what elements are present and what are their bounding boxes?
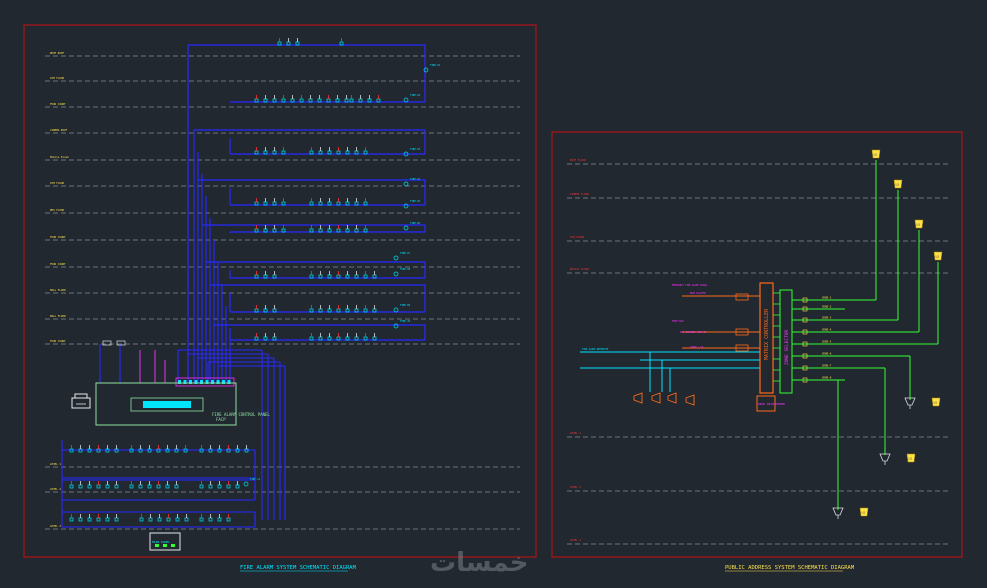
left-floor-label: LEVEL 2: [50, 487, 61, 491]
right-floor-label: CINEMA FLOOR: [570, 192, 589, 196]
riser-tag: FIRE-07: [400, 252, 411, 255]
riser-tag: FIRE-05: [410, 200, 421, 203]
left-floor-label: RES FLOOR: [50, 208, 64, 212]
interface-label: FIRE ALARM INTERFACE: [582, 348, 609, 351]
main-panel-led-icon: [163, 544, 167, 547]
riser-tag: FIRE-04: [410, 178, 421, 181]
zone-label: ZONE-4: [822, 328, 832, 332]
riser-tag: FIRE-06: [410, 222, 421, 225]
speaker-tag-label: LS: [936, 255, 940, 259]
input-note-label: EMERGENCY FIRE ALARM SIGNAL: [672, 284, 708, 287]
input-note-label: PRE RECORDED MESSAGE: [680, 331, 707, 334]
zone-label: ZONE-7: [822, 364, 832, 368]
cad-drawing-canvas: ROOF ROOF GYM FLOOR FOOD COURT CINEMA ROOF M…: [0, 0, 987, 588]
left-floor-label: LEVEL 3: [50, 524, 61, 528]
riser-tag: FIRE-11: [250, 478, 261, 481]
desk-microphone-label: DESK MICROPHONE: [758, 402, 785, 406]
input-note-label: FROM FACP: [672, 320, 685, 323]
main-panel-led-icon: [171, 544, 175, 547]
panel-display: [143, 401, 191, 408]
left-caption: FIRE ALARM SYSTEM SCHEMATIC DIAGRAM: [240, 565, 357, 571]
left-floor-label: MALL FLOOR: [50, 288, 66, 292]
riser-tag: FIRE-01: [430, 64, 441, 67]
riser-tag: FIRE-02: [410, 94, 421, 97]
speaker-tag-label: LS: [874, 153, 878, 157]
speaker-tag-label: LS: [909, 457, 913, 461]
left-floor-label: FOOD COURT: [50, 235, 66, 239]
riser-tag: FIRE-08: [400, 268, 411, 271]
right-floor-label: LEVEL 3: [570, 538, 581, 542]
right-floor-label: LEVEL 2: [570, 485, 581, 489]
zone-selector-label: ZONE SELECTOR: [784, 329, 790, 365]
speaker-tag-label: LS: [934, 401, 938, 405]
left-floor-label: Mobile Kiosk: [50, 155, 69, 159]
speaker-tag-label: LS: [917, 223, 921, 227]
watermark-logo: خمسات: [430, 548, 529, 578]
left-floor-label: CINEMA ROOF: [50, 128, 68, 132]
left-floor-label: FOOD COURT: [50, 262, 66, 266]
riser-tag: FIRE-09: [400, 304, 411, 307]
left-floor-label: FOOD COURT: [50, 339, 66, 343]
zone-label: ZONE-3: [822, 316, 832, 320]
left-floor-label: MALL FLOOR: [50, 314, 66, 318]
left-floor-label: FOOD COURT: [50, 102, 66, 106]
matrix-controller-label: MATRIX CONTROLLER: [764, 308, 770, 360]
right-floor-label: GYM FLOOR: [570, 235, 584, 239]
right-floor-label: LEVEL 1: [570, 431, 581, 435]
riser-tag: FIRE-03: [410, 148, 421, 151]
right-caption: PUBLIC ADDRESS SYSTEM SCHEMATIC DIAGRAM: [725, 565, 855, 571]
zone-label: ZONE-2: [822, 305, 832, 309]
left-floor-label: ROOF ROOF: [50, 51, 64, 55]
left-floor-label: GYM FLOOR: [50, 76, 64, 80]
main-panel-led-icon: [155, 544, 159, 547]
zone-label: ZONE-1: [822, 296, 832, 300]
riser-tag: FIRE-10: [400, 320, 411, 323]
zone-label: ZONE-6: [822, 352, 832, 356]
right-floor-label: ROOF FLOOR: [570, 158, 586, 162]
left-floor-label: GYM FLOOR: [50, 181, 64, 185]
right-floor-label: RETAIL FLOOR: [570, 267, 589, 271]
zone-label: ZONE-5: [822, 340, 832, 344]
zone-label: ZONE-8: [822, 376, 832, 380]
speaker-tag-label: LS: [862, 511, 866, 515]
main-panel-label: MAIN PANEL: [152, 540, 170, 544]
bgm-label: BGM PLAYER: [690, 291, 706, 295]
left-floor-label: LEVEL 1: [50, 462, 61, 466]
panel-sub-label: FACP: [216, 417, 226, 422]
input-note-label: TUNER / CD: [690, 346, 704, 349]
speaker-tag-label: LS: [896, 183, 900, 187]
